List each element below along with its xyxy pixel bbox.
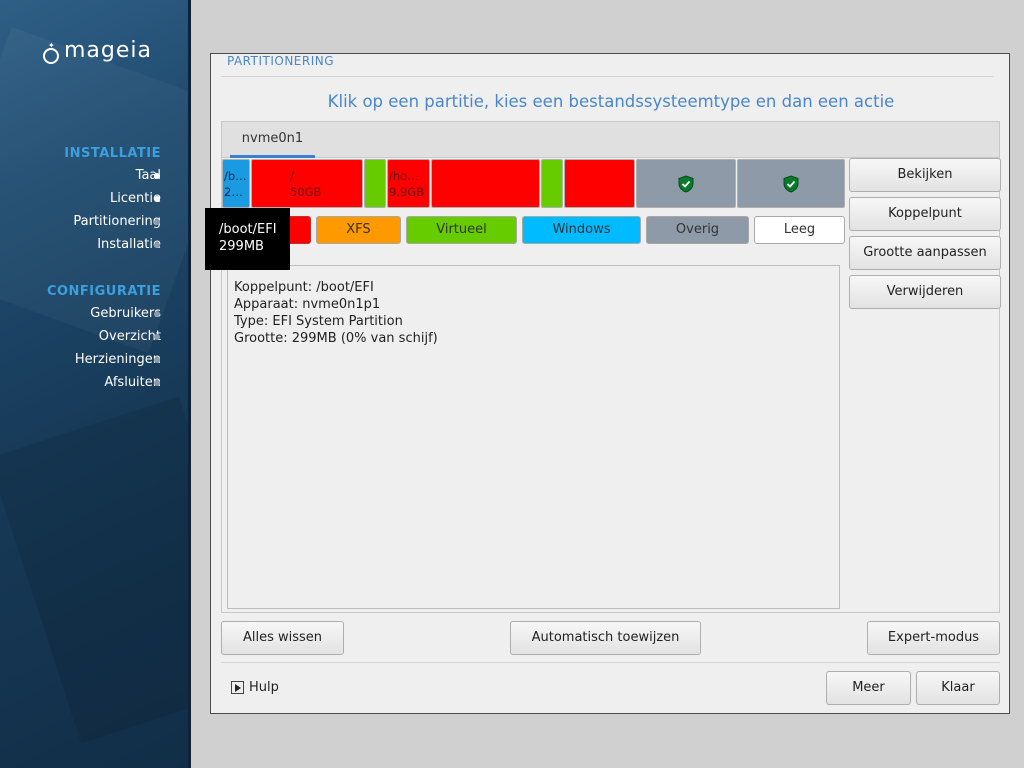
legend-windows: Windows (522, 216, 641, 244)
detail-mountpoint: Koppelpunt: /boot/EFI (234, 280, 374, 295)
detail-device: Apparaat: nvme0n1p1 (234, 297, 381, 312)
tooltip-mountpoint: /boot/EFI (219, 222, 277, 237)
partition-efi[interactable]: /b… 2… (222, 159, 250, 208)
partition-swap[interactable] (541, 159, 563, 208)
partition-swap[interactable] (364, 159, 386, 208)
legend-virtueel: Virtueel (406, 216, 517, 244)
play-icon (231, 680, 244, 694)
step-pending-icon (154, 334, 160, 340)
resize-button[interactable]: Grootte aanpassen (849, 236, 1001, 270)
mageia-logo-text: mageia (64, 38, 153, 63)
partition-ext4[interactable] (431, 159, 540, 208)
delete-button[interactable]: Verwijderen (849, 275, 1001, 309)
help-label: Hulp (249, 679, 279, 695)
mountpoint-button[interactable]: Koppelpunt (849, 197, 1001, 231)
detail-size: Grootte: 299MB (0% van schijf) (234, 331, 438, 346)
shield-icon (678, 174, 694, 193)
sidebar-item-overzicht: Overzicht (98, 329, 161, 344)
partition-other[interactable] (737, 159, 845, 208)
partitioning-window: PARTITIONERING Klik op een partitie, kie… (210, 53, 1010, 714)
step-pending-icon (154, 311, 160, 317)
mageia-logo-icon: ✦ (42, 42, 60, 64)
auto-allocate-button[interactable]: Automatisch toewijzen (510, 621, 701, 655)
tooltip-size: 299MB (219, 239, 264, 254)
sidebar-section-install: INSTALLATIE (64, 146, 161, 161)
step-pending-icon (154, 380, 160, 386)
sidebar-section-config: CONFIGURATIE (46, 284, 161, 299)
legend-overig: Overig (646, 216, 749, 244)
step-done-icon (154, 196, 160, 202)
divider (221, 662, 1000, 663)
partition-home[interactable]: /ho… 9.9GB (387, 159, 430, 208)
expert-mode-button[interactable]: Expert-modus (867, 621, 1000, 655)
partition-details: Koppelpunt: /boot/EFI Apparaat: nvme0n1p… (227, 265, 840, 609)
sidebar-item-partitionering: Partitionering (73, 214, 161, 229)
mageia-logo: ✦ mageia (42, 30, 152, 64)
partition-tooltip: /boot/EFI 299MB (205, 208, 290, 270)
done-button[interactable]: Klaar (916, 671, 1000, 705)
tab-active-indicator (230, 155, 315, 158)
section-label: PARTITIONERING (227, 54, 335, 68)
legend-leeg: Leeg (754, 216, 845, 244)
sidebar-item-herzieningen: Herzieningen (74, 352, 161, 367)
view-button[interactable]: Bekijken (849, 158, 1001, 192)
sidebar-decoration (0, 26, 191, 354)
shield-icon (783, 174, 799, 193)
partition-size: 9.9GB (389, 185, 425, 199)
divider (221, 76, 993, 77)
partition-label: /ho… (389, 169, 419, 183)
clear-all-button[interactable]: Alles wissen (221, 621, 344, 655)
tab-nvme0n1[interactable]: nvme0n1 (230, 122, 315, 158)
sidebar-decoration (0, 396, 191, 744)
partition-other[interactable] (636, 159, 736, 208)
partition-ext4[interactable] (564, 159, 635, 208)
partition-label: /b… (224, 169, 247, 183)
step-pending-icon (154, 357, 160, 363)
partition-size: 2… (224, 185, 243, 199)
more-button[interactable]: Meer (826, 671, 911, 705)
step-done-icon (154, 173, 160, 179)
disk-tabbar: nvme0n1 (222, 122, 999, 158)
sidebar-edge (188, 0, 191, 768)
partition-label: / (290, 169, 294, 183)
page-title: Klik op een partitie, kies een bestandss… (327, 92, 895, 111)
step-pending-icon (154, 219, 160, 225)
legend-xfs: XFS (316, 216, 401, 244)
sidebar-item-gebruikers: Gebruikers (90, 306, 161, 321)
partition-root[interactable]: / 50GB (251, 159, 363, 208)
detail-type: Type: EFI System Partition (234, 314, 403, 329)
sidebar-item-installatie: Installatie (97, 237, 161, 252)
sidebar-item-afsluiten: Afsluiten (104, 375, 161, 390)
sidebar: ✦ mageia INSTALLATIE Taal Licentie Parti… (0, 0, 191, 768)
partition-size: 50GB (290, 185, 322, 199)
step-pending-icon (154, 242, 160, 248)
help-button[interactable]: Hulp (231, 677, 279, 697)
